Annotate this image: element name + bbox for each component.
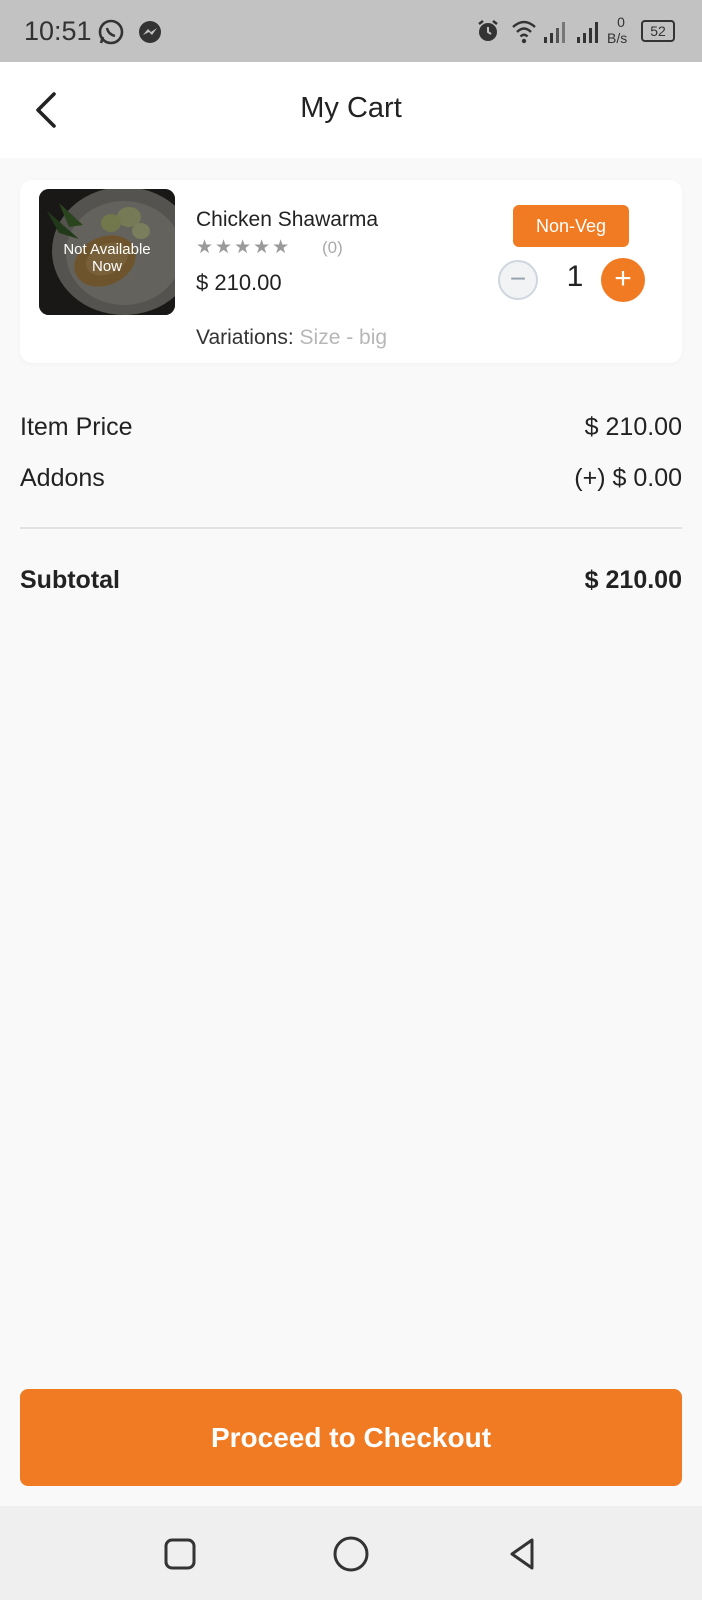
whatsapp-icon <box>98 19 124 45</box>
page-title: My Cart <box>300 92 402 124</box>
item-price: $ 210.00 <box>196 270 282 295</box>
net-speed-value: 0 <box>617 14 625 30</box>
rating-count: (0) <box>322 238 343 257</box>
status-bar: 10:51 0 B/s 52 <box>0 0 702 62</box>
item-price-label: Item Price <box>20 413 133 441</box>
increase-quantity-button[interactable]: + <box>601 258 645 302</box>
addons-value: (+) $ 0.00 <box>574 464 682 492</box>
item-price-row: Item Price $ 210.00 <box>20 413 682 442</box>
home-button[interactable] <box>331 1534 371 1574</box>
wifi-icon <box>512 20 536 44</box>
variations-label: Variations: <box>196 326 294 349</box>
item-price-value: $ 210.00 <box>584 413 682 441</box>
recents-icon <box>164 1538 196 1570</box>
rating-stars: ★★★★★ <box>196 237 292 258</box>
net-speed-unit: B/s <box>607 30 628 46</box>
addons-label: Addons <box>20 464 105 492</box>
item-thumbnail: Not Available Now <box>39 189 175 315</box>
battery-level: 52 <box>650 23 666 39</box>
subtotal-label: Subtotal <box>20 566 120 594</box>
minus-icon: − <box>509 263 527 294</box>
messenger-icon <box>139 21 161 43</box>
availability-label: Not Available Now <box>63 241 151 275</box>
decrease-quantity-button[interactable]: − <box>498 260 538 300</box>
cart-item-card[interactable]: Not Available Now Chicken Shawarma ★★★★★… <box>20 180 682 363</box>
home-icon <box>333 1536 369 1572</box>
summary-divider <box>20 527 682 529</box>
alarm-icon <box>478 20 498 41</box>
back-icon <box>510 1538 534 1570</box>
variations-value: Size - big <box>299 326 388 349</box>
item-variations: Variations: Size - big <box>196 326 387 350</box>
status-time: 10:51 <box>24 16 92 46</box>
subtotal-row: Subtotal $ 210.00 <box>20 566 682 595</box>
battery-icon: 52 <box>641 20 675 42</box>
app-header: My Cart <box>0 62 702 158</box>
plus-icon: + <box>614 262 632 295</box>
system-nav-bar <box>0 1506 702 1600</box>
signal-icon <box>577 22 598 43</box>
item-name: Chicken Shawarma <box>196 208 379 231</box>
nav-back-button[interactable] <box>502 1534 542 1574</box>
recents-button[interactable] <box>160 1534 200 1574</box>
quantity-value: 1 <box>566 260 584 293</box>
non-veg-badge: Non-Veg <box>513 205 629 247</box>
addons-row: Addons (+) $ 0.00 <box>20 464 682 493</box>
signal-icon <box>544 22 565 43</box>
subtotal-value: $ 210.00 <box>584 566 682 594</box>
proceed-to-checkout-button[interactable]: Proceed to Checkout <box>20 1389 682 1486</box>
